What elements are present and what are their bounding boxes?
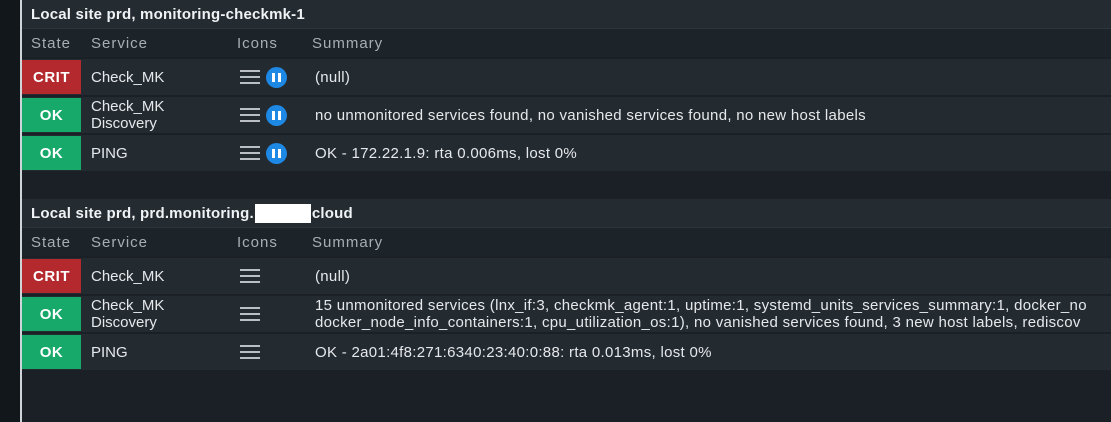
column-header-row: State Service Icons Summary <box>22 29 1111 57</box>
state-badge: CRIT <box>22 259 81 293</box>
service-name-line[interactable]: Discovery <box>91 314 237 331</box>
state-badge: OK <box>22 335 81 369</box>
state-cell: CRIT <box>22 59 91 95</box>
icons-cell <box>237 104 315 126</box>
service-row: OK PING OK - 172.22.1.9: rta 0.006ms, lo… <box>22 135 1111 171</box>
service-name-line[interactable]: Discovery <box>91 115 237 132</box>
menu-icon[interactable] <box>240 107 260 123</box>
summary-line: (null) <box>315 68 351 86</box>
menu-icon[interactable] <box>240 268 260 284</box>
icons-cell <box>237 142 315 164</box>
state-badge: CRIT <box>22 60 81 94</box>
service-name-line[interactable]: Check_MK <box>91 69 237 86</box>
menu-icon[interactable] <box>240 69 260 85</box>
icons-cell <box>237 306 315 322</box>
summary-line: docker_node_info_containers:1, cpu_utili… <box>315 314 1081 331</box>
left-rail <box>0 0 20 422</box>
host-title-suffix[interactable]: cloud <box>312 205 353 222</box>
column-header-row: State Service Icons Summary <box>22 228 1111 256</box>
col-service-header[interactable]: Service <box>91 35 237 52</box>
pause-icon[interactable] <box>266 142 287 164</box>
menu-icon[interactable] <box>240 145 260 161</box>
icons-cell <box>237 268 315 284</box>
col-summary-header[interactable]: Summary <box>312 234 1111 251</box>
state-cell: OK <box>22 97 91 133</box>
menu-icon[interactable] <box>240 306 260 322</box>
host-group-2: Local site prd, prd.monitoring. cloud Sta… <box>22 199 1111 370</box>
host-title[interactable]: Local site prd, monitoring-checkmk-1 <box>31 6 305 23</box>
service-name[interactable]: Check_MK <box>91 69 237 86</box>
service-name[interactable]: PING <box>91 344 237 361</box>
state-badge: OK <box>22 297 81 331</box>
service-row: OK PING OK - 2a01:4f8:271:6340:23:40:0:8… <box>22 334 1111 370</box>
state-badge: OK <box>22 98 81 132</box>
icons-cell <box>237 344 315 360</box>
summary-cell: (null) <box>315 268 1111 285</box>
summary-line: 15 unmonitored services (lnx_if:3, check… <box>315 297 1087 314</box>
service-row: CRIT Check_MK (null) <box>22 59 1111 95</box>
pause-icon[interactable] <box>266 104 287 126</box>
summary-line: (null) <box>315 267 351 285</box>
service-name-line[interactable]: Check_MK <box>91 98 237 115</box>
menu-icon[interactable] <box>240 344 260 360</box>
state-cell: CRIT <box>22 258 91 294</box>
state-cell: OK <box>22 296 91 332</box>
state-cell: OK <box>22 135 91 171</box>
host-title-prefix[interactable]: Local site prd, prd.monitoring. <box>31 205 254 222</box>
icons-cell <box>237 66 315 88</box>
service-row: CRIT Check_MK (null) <box>22 258 1111 294</box>
host-header[interactable]: Local site prd, prd.monitoring. cloud <box>22 199 1111 228</box>
col-state-header[interactable]: State <box>22 234 91 251</box>
summary-line: OK - 2a01:4f8:271:6340:23:40:0:88: rta 0… <box>315 343 712 361</box>
service-view: Local site prd, monitoring-checkmk-1 Sta… <box>22 0 1111 422</box>
service-name[interactable]: PING <box>91 145 237 162</box>
summary-cell: 15 unmonitored services (lnx_if:3, check… <box>315 297 1111 331</box>
service-name-line[interactable]: Check_MK <box>91 268 237 285</box>
col-state-header[interactable]: State <box>22 35 91 52</box>
service-name-line[interactable]: PING <box>91 145 237 162</box>
pause-icon[interactable] <box>266 66 287 88</box>
service-name[interactable]: Check_MK Discovery <box>91 98 237 132</box>
summary-cell: OK - 172.22.1.9: rta 0.006ms, lost 0% <box>315 145 1111 162</box>
service-name[interactable]: Check_MK <box>91 268 237 285</box>
col-icons-header: Icons <box>237 34 278 52</box>
service-name[interactable]: Check_MK Discovery <box>91 297 237 331</box>
summary-line: no unmonitored services found, no vanish… <box>315 106 866 124</box>
summary-cell: (null) <box>315 69 1111 86</box>
summary-cell: OK - 2a01:4f8:271:6340:23:40:0:88: rta 0… <box>315 344 1111 361</box>
state-cell: OK <box>22 334 91 370</box>
summary-line: OK - 172.22.1.9: rta 0.006ms, lost 0% <box>315 144 578 162</box>
summary-cell: no unmonitored services found, no vanish… <box>315 107 1111 124</box>
state-badge: OK <box>22 136 81 170</box>
service-name-line[interactable]: Check_MK <box>91 297 237 314</box>
host-header[interactable]: Local site prd, monitoring-checkmk-1 <box>22 0 1111 29</box>
host-group-1: Local site prd, monitoring-checkmk-1 Sta… <box>22 0 1111 171</box>
col-summary-header[interactable]: Summary <box>312 35 1111 52</box>
redacted-block <box>254 203 311 223</box>
service-name-line[interactable]: PING <box>91 344 237 361</box>
service-row: OK Check_MK Discovery no unmonitored ser… <box>22 97 1111 133</box>
service-row: OK Check_MK Discovery 15 unmonitored ser… <box>22 296 1111 332</box>
col-service-header[interactable]: Service <box>91 234 237 251</box>
col-icons-header: Icons <box>237 233 278 251</box>
